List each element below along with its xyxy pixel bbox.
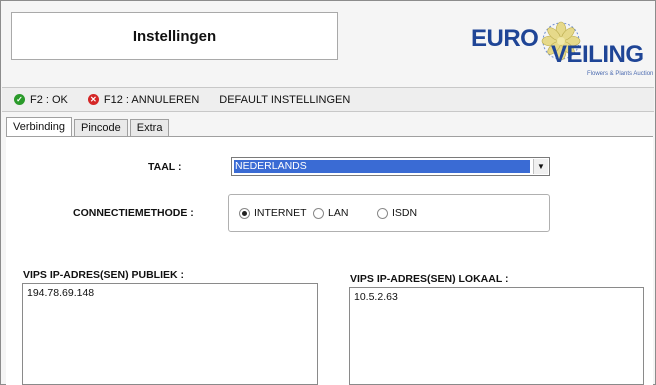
cancel-button[interactable]: ✕ F12 : ANNULEREN <box>87 93 200 106</box>
radio-internet[interactable]: INTERNET <box>239 207 307 219</box>
check-icon: ✓ <box>14 94 25 105</box>
page-title: Instellingen <box>11 12 338 60</box>
cancel-button-label: F12 : ANNULEREN <box>103 93 200 106</box>
toolbar: ✓ F2 : OK ✕ F12 : ANNULEREN DEFAULT INST… <box>2 87 654 112</box>
settings-window: Instellingen EURO VEILING Flowers & Plan… <box>0 0 656 385</box>
tab-extra[interactable]: Extra <box>129 119 170 137</box>
language-select-value: NEDERLANDS <box>234 160 530 173</box>
logo-word-veiling: VEILING <box>551 41 644 68</box>
default-settings-label: DEFAULT INSTELLINGEN <box>219 93 351 106</box>
language-label: TAAL : <box>148 161 182 173</box>
ok-button[interactable]: ✓ F2 : OK <box>14 94 68 106</box>
tab-bar: Verbinding Pincode Extra <box>6 117 171 137</box>
radio-lan-dot <box>313 207 324 219</box>
euroveiling-logo: EURO VEILING Flowers & Plants Auction <box>467 7 654 77</box>
logo-tagline: Flowers & Plants Auction <box>587 71 654 77</box>
cancel-icon: ✕ <box>87 94 99 105</box>
local-ip-textarea[interactable]: 10.5.2.63 <box>349 287 644 385</box>
tab-verbinding[interactable]: Verbinding <box>6 117 72 137</box>
radio-isdn-dot <box>377 207 388 219</box>
radio-lan[interactable]: LAN <box>313 207 348 219</box>
tab-pincode[interactable]: Pincode <box>74 119 128 137</box>
logo-word-euro: EURO <box>471 25 539 52</box>
local-ip-value: 10.5.2.63 <box>354 291 398 303</box>
verbinding-panel: TAAL : NEDERLANDS ▼ CONNECTIEMETHODE : I… <box>6 136 653 385</box>
connection-method-group: INTERNET LAN ISDN <box>228 194 550 232</box>
local-ip-label: VIPS IP-ADRES(SEN) LOKAAL : <box>350 273 509 285</box>
radio-lan-label: LAN <box>328 207 349 219</box>
language-select[interactable]: NEDERLANDS ▼ <box>231 157 550 176</box>
public-ip-textarea[interactable]: 194.78.69.148 <box>22 283 318 385</box>
chevron-down-icon[interactable]: ▼ <box>533 159 548 174</box>
radio-internet-dot <box>239 207 250 219</box>
public-ip-value: 194.78.69.148 <box>27 287 95 299</box>
ok-button-label: F2 : OK <box>30 93 68 106</box>
public-ip-label: VIPS IP-ADRES(SEN) PUBLIEK : <box>23 269 185 281</box>
radio-isdn[interactable]: ISDN <box>377 207 417 219</box>
connection-method-label: CONNECTIEMETHODE : <box>73 207 194 219</box>
radio-internet-label: INTERNET <box>254 207 307 219</box>
radio-isdn-label: ISDN <box>392 207 418 219</box>
default-settings-button[interactable]: DEFAULT INSTELLINGEN <box>219 94 350 106</box>
